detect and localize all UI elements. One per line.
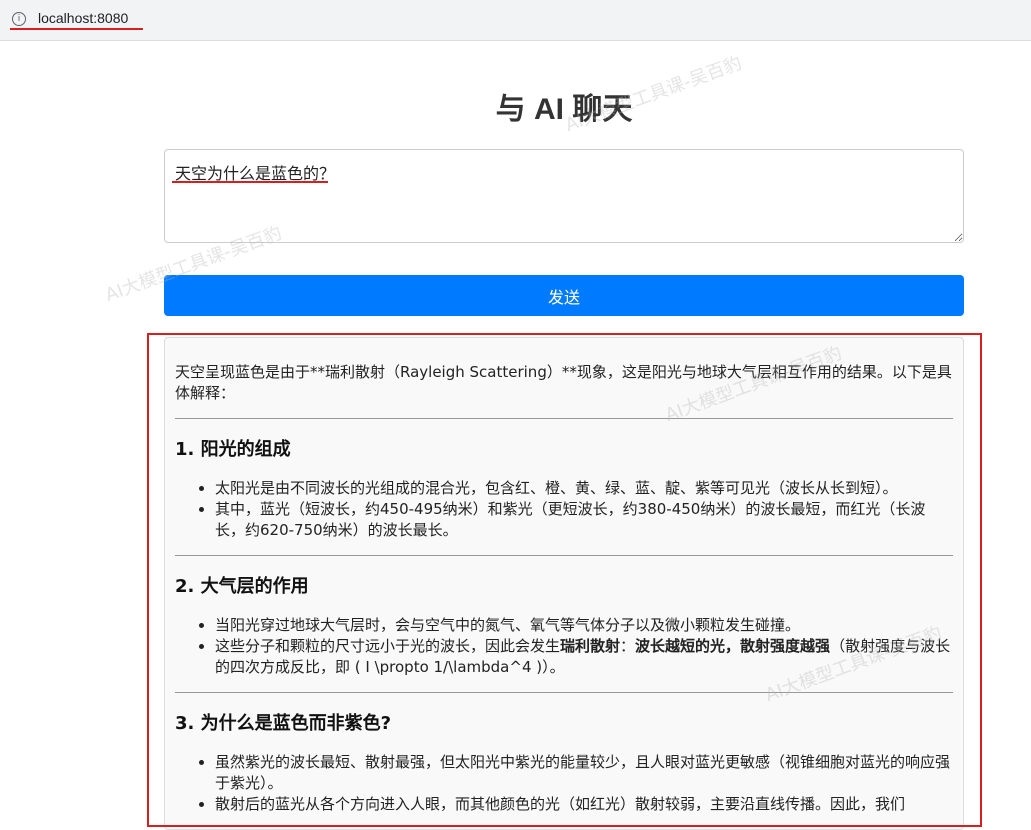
page-title: 与 AI 聊天	[495, 93, 633, 126]
answer-annotation-box	[147, 333, 982, 827]
info-icon[interactable]: i	[12, 12, 26, 26]
send-button[interactable]: 发送	[164, 275, 964, 316]
url-text[interactable]: localhost:8080	[38, 10, 128, 26]
url-annotation-underline	[10, 28, 143, 30]
question-input[interactable]	[164, 149, 964, 243]
browser-address-bar[interactable]: i localhost:8080	[0, 0, 1031, 41]
question-annotation-underline	[172, 181, 328, 183]
